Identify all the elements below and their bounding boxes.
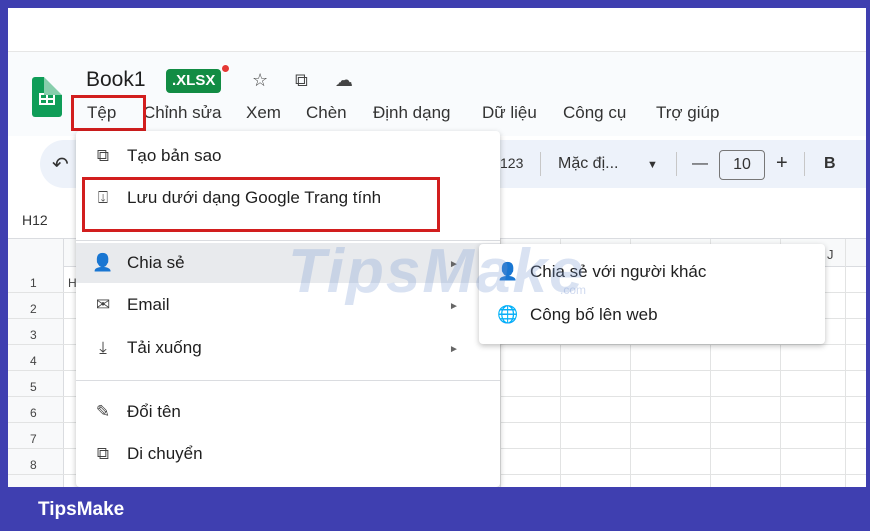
row-number[interactable]: 2 xyxy=(30,302,37,316)
row-number[interactable]: 3 xyxy=(30,328,37,342)
row-number[interactable]: 6 xyxy=(30,406,37,420)
row-number[interactable]: 1 xyxy=(30,276,37,290)
menu-help[interactable]: Trợ giúp xyxy=(656,103,719,123)
row-number[interactable]: 7 xyxy=(30,432,37,446)
row-number[interactable]: 8 xyxy=(30,458,37,472)
number-format-button[interactable]: 123 xyxy=(500,155,523,171)
decrease-font-button[interactable]: — xyxy=(692,155,708,173)
font-selector[interactable]: Mặc đị... xyxy=(558,155,618,173)
menu-item-label: Di chuyển xyxy=(127,444,203,463)
person-add-icon: 👤 xyxy=(92,253,114,272)
menu-item-label: Tải xuống xyxy=(127,338,202,357)
move-folder-icon[interactable]: ⧉ xyxy=(295,70,308,91)
menu-item-label: Email xyxy=(127,295,170,314)
browser-top-bar xyxy=(8,8,866,52)
rename-icon: ✎ xyxy=(95,402,111,421)
submenu-item-publish-to-web[interactable]: Công bố lên web xyxy=(530,305,658,325)
undo-icon[interactable]: ↶ xyxy=(52,152,69,177)
font-dropdown-icon[interactable]: ▼ xyxy=(647,159,658,171)
menu-item-label: Đổi tên xyxy=(127,402,181,421)
menu-divider xyxy=(76,380,500,381)
watermark-logo: TipsMake xyxy=(288,237,586,306)
name-box[interactable]: H12 xyxy=(22,212,48,228)
download-icon: ⤓ xyxy=(99,338,107,357)
submenu-arrow-icon: ► xyxy=(449,344,459,355)
column-letter[interactable]: J xyxy=(827,247,834,262)
globe-icon: 🌐 xyxy=(497,305,519,324)
menu-insert[interactable]: Chèn xyxy=(306,103,347,123)
menu-view[interactable]: Xem xyxy=(246,103,281,123)
cloud-status-icon[interactable]: ☁ xyxy=(335,70,353,91)
copy-icon: ⧉ xyxy=(96,146,110,165)
highlight-file-menu xyxy=(71,95,146,131)
notification-dot xyxy=(221,64,230,73)
toolbar-divider xyxy=(676,152,677,176)
bold-button[interactable]: B xyxy=(824,155,836,173)
row-number[interactable]: 5 xyxy=(30,380,37,394)
toolbar-divider xyxy=(540,152,541,176)
move-folder-icon: ⧉ xyxy=(96,444,110,463)
increase-font-button[interactable]: + xyxy=(776,152,788,175)
toolbar-divider xyxy=(804,152,805,176)
mail-icon: ✉ xyxy=(95,295,111,314)
highlight-save-as-sheets xyxy=(82,177,440,232)
document-title[interactable]: Book1 xyxy=(86,68,146,92)
footer-bar xyxy=(0,487,870,531)
watermark-domain: .com xyxy=(560,283,587,297)
sheets-logo-icon[interactable] xyxy=(32,77,62,117)
footer-brand: TipsMake xyxy=(38,499,125,520)
font-size-input[interactable]: 10 xyxy=(719,150,765,180)
star-icon[interactable]: ☆ xyxy=(252,70,268,91)
file-format-badge: .XLSX xyxy=(166,69,222,93)
menu-data[interactable]: Dữ liệu xyxy=(482,103,537,123)
menu-item-label: Tạo bản sao xyxy=(127,146,222,165)
menu-edit[interactable]: Chỉnh sửa xyxy=(143,103,221,123)
row-number[interactable]: 4 xyxy=(30,354,37,368)
menu-item-label: Chia sẻ xyxy=(127,253,185,272)
menu-tools[interactable]: Công cụ xyxy=(563,103,626,123)
menu-format[interactable]: Định dạng xyxy=(373,103,451,123)
